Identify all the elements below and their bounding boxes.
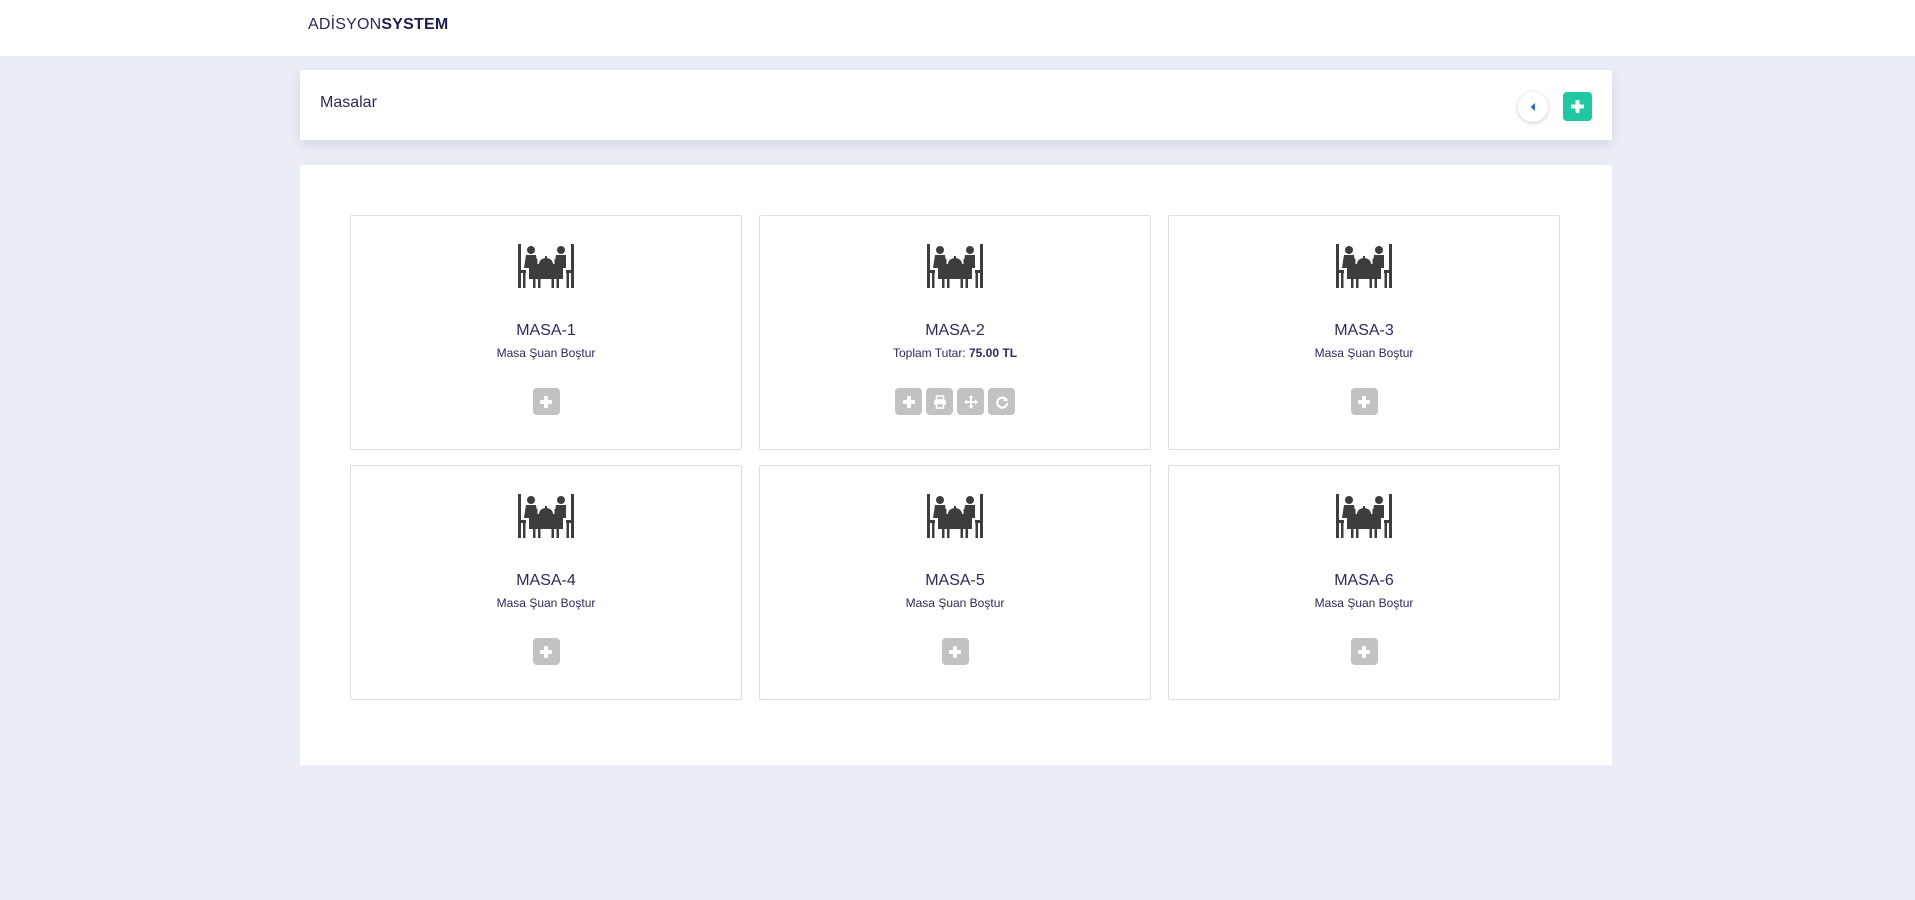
table-actions bbox=[760, 388, 1150, 415]
page-title: Masalar bbox=[320, 94, 377, 111]
table-name: MASA-2 bbox=[925, 322, 985, 339]
tables-panel: MASA-1 Masa Şuan Boştur MASA-2 Toplam Tu… bbox=[300, 165, 1612, 765]
table-name: MASA-4 bbox=[516, 572, 576, 589]
table-actions bbox=[1169, 638, 1559, 665]
dining-table-icon bbox=[518, 244, 574, 288]
plus-icon bbox=[1358, 395, 1370, 408]
plus-icon bbox=[902, 395, 915, 408]
add-order-button[interactable] bbox=[895, 388, 922, 415]
add-order-button[interactable] bbox=[1350, 638, 1378, 665]
plus-icon bbox=[1358, 645, 1370, 658]
brand-logo[interactable]: ADİSYONSYSTEM bbox=[308, 16, 448, 34]
brand-light-text: ADİSYON bbox=[308, 16, 382, 33]
move-table-button[interactable] bbox=[957, 388, 984, 415]
table-status: Masa Şuan Boştur bbox=[496, 346, 596, 360]
add-order-button[interactable] bbox=[532, 638, 560, 665]
table-status: Masa Şuan Boştur bbox=[1314, 596, 1414, 610]
table-card-4[interactable]: MASA-4 Masa Şuan Boştur bbox=[350, 465, 742, 700]
table-card-1[interactable]: MASA-1 Masa Şuan Boştur bbox=[350, 215, 742, 450]
move-icon bbox=[963, 394, 978, 409]
add-table-button[interactable] bbox=[1563, 92, 1592, 121]
dining-table-icon bbox=[518, 494, 574, 538]
caret-left-icon bbox=[1530, 103, 1535, 111]
table-status: Toplam Tutar: 75.00 TL bbox=[760, 346, 1150, 360]
top-navbar: ADİSYONSYSTEM bbox=[0, 0, 1915, 56]
print-button[interactable] bbox=[926, 388, 953, 415]
table-name: MASA-5 bbox=[925, 572, 985, 589]
brand-bold-text: SYSTEM bbox=[381, 16, 449, 33]
tables-grid: MASA-1 Masa Şuan Boştur MASA-2 Toplam Tu… bbox=[350, 215, 1562, 700]
table-actions bbox=[760, 638, 1150, 665]
print-icon bbox=[933, 394, 946, 409]
dining-table-icon bbox=[927, 494, 983, 538]
table-status: Masa Şuan Boştur bbox=[496, 596, 596, 610]
table-status: Masa Şuan Boştur bbox=[905, 596, 1005, 610]
page-header: Masalar bbox=[300, 70, 1612, 140]
plus-icon bbox=[949, 645, 961, 658]
add-order-button[interactable] bbox=[1350, 388, 1378, 415]
table-card-5[interactable]: MASA-5 Masa Şuan Boştur bbox=[759, 465, 1151, 700]
dining-table-icon bbox=[1336, 244, 1392, 288]
dining-table-icon bbox=[1336, 494, 1392, 538]
table-name: MASA-3 bbox=[1334, 322, 1394, 339]
total-label: Toplam Tutar: bbox=[892, 346, 969, 360]
plus-icon bbox=[1571, 100, 1584, 113]
redo-icon bbox=[995, 395, 1008, 409]
add-order-button[interactable] bbox=[532, 388, 560, 415]
table-actions bbox=[1169, 388, 1559, 415]
table-card-3[interactable]: MASA-3 Masa Şuan Boştur bbox=[1168, 215, 1560, 450]
plus-icon bbox=[540, 645, 552, 658]
reset-table-button[interactable] bbox=[988, 388, 1015, 415]
plus-icon bbox=[540, 395, 552, 408]
add-order-button[interactable] bbox=[941, 638, 969, 665]
dining-table-icon bbox=[927, 244, 983, 288]
table-status: Masa Şuan Boştur bbox=[1314, 346, 1414, 360]
back-button[interactable] bbox=[1518, 92, 1548, 122]
table-actions bbox=[351, 388, 741, 415]
table-card-2[interactable]: MASA-2 Toplam Tutar: 75.00 TL bbox=[759, 215, 1151, 450]
table-actions bbox=[351, 638, 741, 665]
table-name: MASA-6 bbox=[1334, 572, 1394, 589]
total-value: 75.00 TL bbox=[969, 346, 1018, 360]
table-name: MASA-1 bbox=[516, 322, 576, 339]
table-card-6[interactable]: MASA-6 Masa Şuan Boştur bbox=[1168, 465, 1560, 700]
